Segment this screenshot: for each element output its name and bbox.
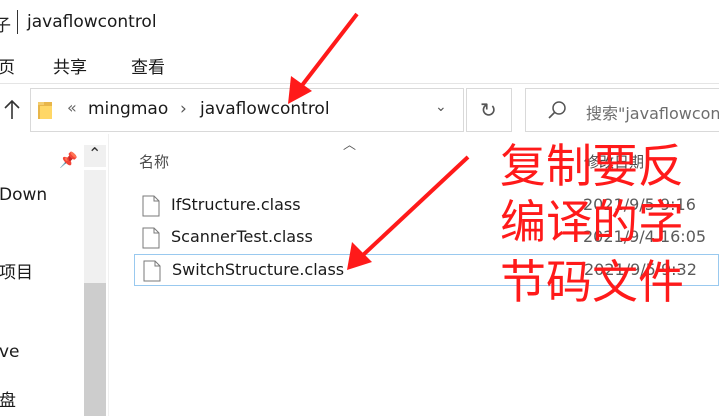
pin-icon[interactable]: 📌 [59, 151, 78, 169]
sort-chevron-icon: ︿ [343, 138, 357, 153]
up-arrow-icon[interactable] [2, 98, 22, 122]
ribbon-tabs: 页 共享 查看 [0, 44, 719, 84]
breadcrumb-mingmao[interactable]: mingmao [88, 99, 168, 119]
nav-item-downloads[interactable]: Down [0, 185, 47, 205]
chevron-up-icon: ⌃ [88, 144, 102, 163]
file-icon [143, 260, 161, 286]
address-bar[interactable]: « mingmao › javaflowcontrol ⌄ [30, 88, 464, 132]
title-bar: 子 javaflowcontrol [0, 0, 719, 44]
file-name: SwitchStructure.class [172, 260, 345, 279]
file-icon [142, 227, 160, 253]
nav-item-disk[interactable]: 盘 [0, 386, 16, 411]
title-separator [17, 10, 18, 34]
refresh-icon: ↻ [480, 98, 497, 122]
column-header-name[interactable]: 名称 [139, 151, 169, 172]
refresh-button[interactable]: ↻ [466, 88, 512, 132]
nav-item-drive[interactable]: ve [0, 342, 20, 362]
chevron-right-icon[interactable]: › [180, 99, 187, 119]
search-placeholder: 搜索"javaflowcontrol" [586, 104, 719, 123]
folder-icon [37, 99, 53, 125]
annotation-line-2: 编译的字 [500, 195, 684, 249]
nav-item-projects[interactable]: 项目 [0, 258, 33, 283]
tab-view[interactable]: 查看 [131, 53, 165, 78]
title-glyph: 子 [0, 16, 11, 36]
window-title: javaflowcontrol [27, 12, 157, 32]
file-icon [142, 195, 160, 221]
pane-divider [108, 134, 109, 416]
ribbon-divider [0, 83, 719, 84]
search-icon [546, 99, 568, 125]
tab-share[interactable]: 共享 [53, 53, 87, 78]
file-name: IfStructure.class [171, 195, 301, 214]
breadcrumb-javaflowcontrol[interactable]: javaflowcontrol [200, 99, 330, 119]
chevron-down-icon[interactable]: ⌄ [435, 99, 447, 115]
tab-page[interactable]: 页 [0, 53, 15, 78]
annotation-line-3: 节码文件 [500, 255, 684, 309]
scrollbar-thumb[interactable] [84, 283, 106, 416]
search-input[interactable]: 搜索"javaflowcontrol" [525, 88, 719, 132]
annotation-line-1: 复制要反 [500, 139, 684, 193]
scroll-up-button[interactable]: ⌃ [84, 144, 106, 167]
breadcrumb-overflow[interactable]: « [67, 98, 77, 117]
file-name: ScannerTest.class [171, 227, 313, 246]
